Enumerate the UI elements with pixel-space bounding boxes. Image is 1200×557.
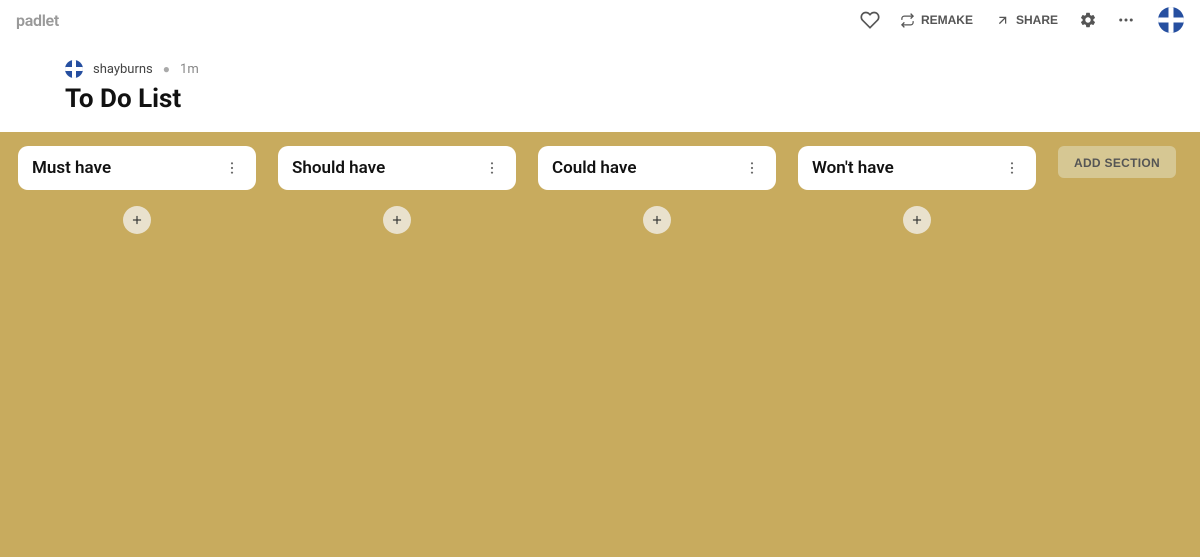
board-meta: shayburns ● 1m: [0, 40, 1200, 82]
add-card-button[interactable]: [123, 206, 151, 234]
more-vertical-icon: [484, 160, 500, 176]
column-header[interactable]: Won't have: [798, 146, 1036, 190]
column-wont-have: Won't have: [798, 146, 1036, 234]
remake-label: REMAKE: [921, 13, 973, 27]
column-header[interactable]: Should have: [278, 146, 516, 190]
column-menu-button[interactable]: [482, 156, 502, 180]
author-name[interactable]: shayburns: [93, 62, 153, 77]
column-could-have: Could have: [538, 146, 776, 234]
author-avatar[interactable]: [65, 60, 83, 78]
more-vertical-icon: [744, 160, 760, 176]
separator-dot: ●: [163, 62, 170, 76]
column-must-have: Must have: [18, 146, 256, 234]
column-header[interactable]: Could have: [538, 146, 776, 190]
user-avatar[interactable]: [1158, 7, 1184, 33]
plus-icon: [650, 213, 664, 227]
column-title: Should have: [292, 158, 385, 178]
column-menu-button[interactable]: [1002, 156, 1022, 180]
remake-button[interactable]: REMAKE: [892, 7, 981, 34]
column-title: Must have: [32, 158, 111, 178]
column-header[interactable]: Must have: [18, 146, 256, 190]
gear-icon: [1079, 11, 1097, 29]
more-horizontal-icon: [1117, 11, 1135, 29]
board-area: Must have Should hav: [0, 132, 1200, 557]
add-section-button[interactable]: ADD SECTION: [1058, 146, 1176, 178]
plus-icon: [910, 213, 924, 227]
share-icon: [995, 13, 1010, 28]
board-title[interactable]: To Do List: [0, 82, 1200, 132]
header-actions: REMAKE SHARE: [854, 4, 1184, 36]
settings-button[interactable]: [1072, 4, 1104, 36]
column-menu-button[interactable]: [742, 156, 762, 180]
share-button[interactable]: SHARE: [987, 7, 1066, 34]
column-should-have: Should have: [278, 146, 516, 234]
more-vertical-icon: [224, 160, 240, 176]
plus-icon: [130, 213, 144, 227]
plus-icon: [390, 213, 404, 227]
add-card-button[interactable]: [643, 206, 671, 234]
column-menu-button[interactable]: [222, 156, 242, 180]
add-card-button[interactable]: [903, 206, 931, 234]
more-button[interactable]: [1110, 4, 1142, 36]
timestamp: 1m: [180, 62, 199, 77]
more-vertical-icon: [1004, 160, 1020, 176]
column-title: Won't have: [812, 158, 894, 178]
remake-icon: [900, 13, 915, 28]
like-button[interactable]: [854, 4, 886, 36]
share-label: SHARE: [1016, 13, 1058, 27]
column-title: Could have: [552, 158, 637, 178]
heart-icon: [860, 10, 880, 30]
app-header: padlet REMAKE: [0, 0, 1200, 40]
logo[interactable]: padlet: [16, 11, 59, 30]
add-card-button[interactable]: [383, 206, 411, 234]
